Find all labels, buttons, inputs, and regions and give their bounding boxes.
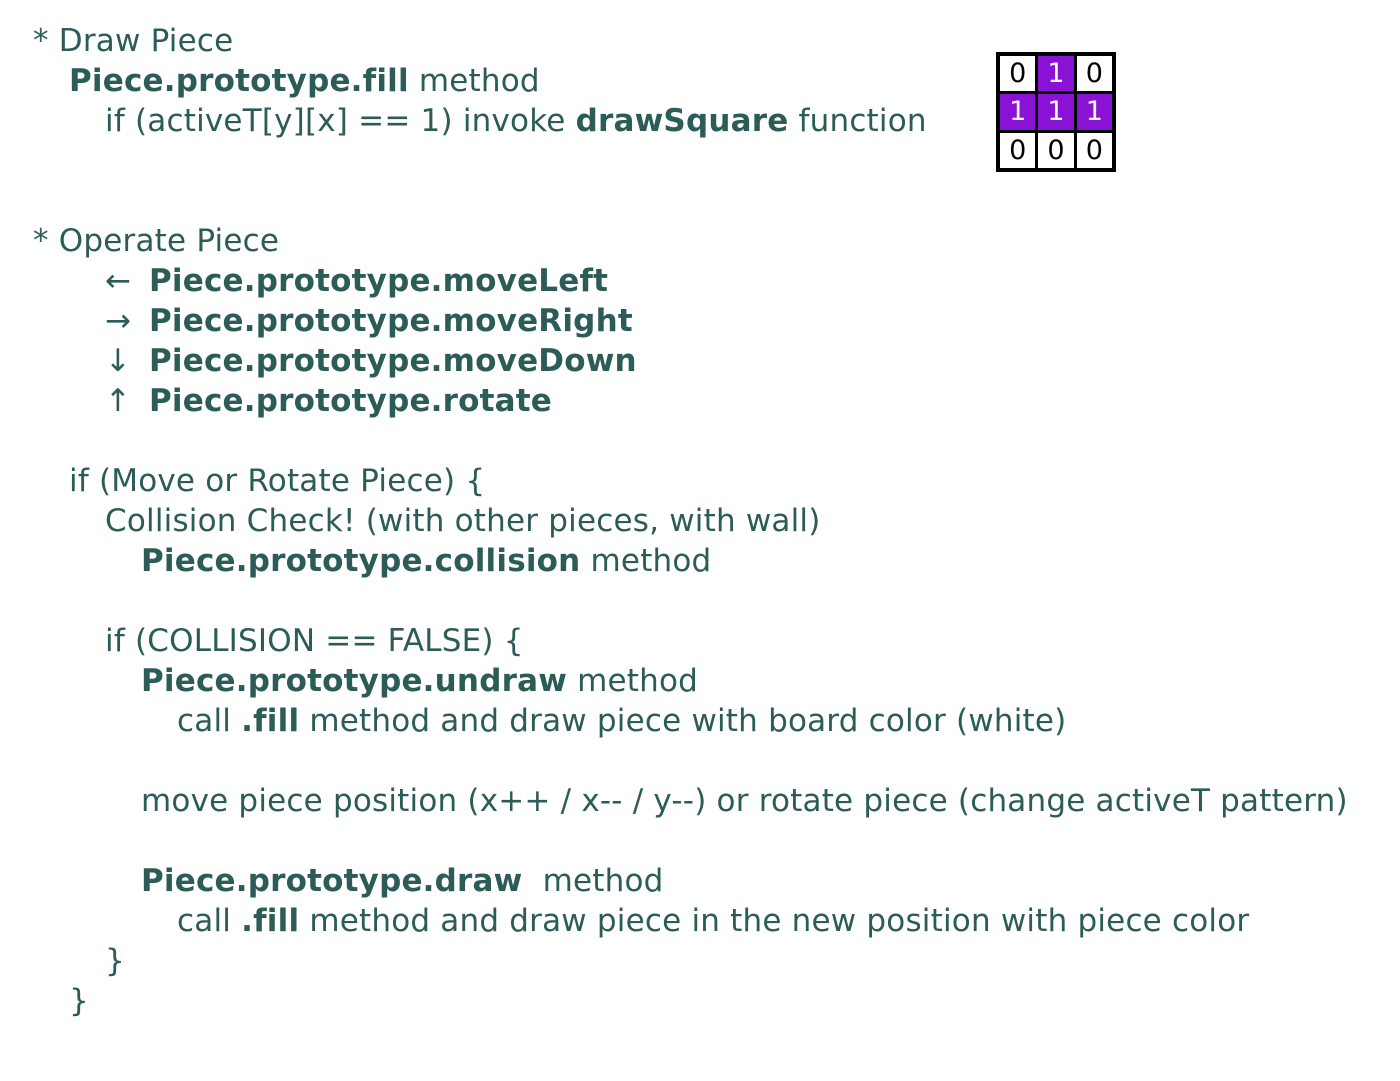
move-down-method: Piece.prototype.moveDown xyxy=(149,343,637,379)
move-right-line: → Piece.prototype.moveRight xyxy=(105,301,633,341)
if-no-collision-line: if (COLLISION == FALSE) { xyxy=(105,623,524,659)
undraw-call-line: call .fill method and draw piece with bo… xyxy=(177,701,1066,741)
draw-condition-prefix: if (activeT[y][x] == 1) invoke xyxy=(105,103,576,139)
grid-cell: 0 xyxy=(1076,132,1112,168)
grid-cell: 0 xyxy=(1038,132,1074,168)
undraw-method-line: Piece.prototype.undraw method xyxy=(141,661,698,701)
undraw-method-suffix: method xyxy=(567,663,699,699)
collision-check-line: Collision Check! (with other pieces, wit… xyxy=(105,503,821,539)
left-arrow-icon: ← xyxy=(105,263,132,299)
inner-close-brace: } xyxy=(105,943,125,979)
grid-cell: 1 xyxy=(1000,94,1036,130)
draw-method-suffix: method xyxy=(522,863,664,899)
rotate-method: Piece.prototype.rotate xyxy=(149,383,553,419)
draw-call-suffix: method and draw piece in the new positio… xyxy=(299,903,1250,939)
draw-condition-line: if (activeT[y][x] == 1) invoke drawSquar… xyxy=(105,101,927,141)
move-left-line: ← Piece.prototype.moveLeft xyxy=(105,261,608,301)
piece-pattern-grid: 0 1 0 1 1 1 0 0 0 xyxy=(996,52,1116,172)
grid-cell: 0 xyxy=(1000,132,1036,168)
operate-piece-heading: * Operate Piece xyxy=(33,223,280,259)
right-arrow-icon: → xyxy=(105,303,132,339)
move-position-line: move piece position (x++ / x-- / y--) or… xyxy=(141,783,1348,819)
grid-cell: 0 xyxy=(1076,56,1112,92)
if-move-line: if (Move or Rotate Piece) { xyxy=(69,463,486,499)
move-right-method: Piece.prototype.moveRight xyxy=(149,303,633,339)
rotate-line: ↑ Piece.prototype.rotate xyxy=(105,381,552,421)
draw-condition-suffix: function xyxy=(788,103,927,139)
undraw-call-suffix: method and draw piece with board color (… xyxy=(299,703,1067,739)
collision-method-suffix: method xyxy=(580,543,712,579)
move-down-line: ↓ Piece.prototype.moveDown xyxy=(105,341,637,381)
grid-cell: 1 xyxy=(1038,56,1074,92)
collision-method-line: Piece.prototype.collision method xyxy=(141,541,711,581)
fill-method-name: Piece.prototype.fill xyxy=(69,63,409,99)
undraw-call-fill: .fill xyxy=(241,703,300,739)
collision-method-name: Piece.prototype.collision xyxy=(141,543,581,579)
draw-call-line: call .fill method and draw piece in the … xyxy=(177,901,1249,941)
draw-call-prefix: call xyxy=(177,903,242,939)
draw-method-line: Piece.prototype.draw method xyxy=(141,861,664,901)
undraw-call-prefix: call xyxy=(177,703,242,739)
grid-cell: 1 xyxy=(1076,94,1112,130)
draw-call-fill: .fill xyxy=(241,903,300,939)
down-arrow-icon: ↓ xyxy=(105,343,132,379)
draw-method-name: Piece.prototype.draw xyxy=(141,863,523,899)
up-arrow-icon: ↑ xyxy=(105,383,132,419)
undraw-method-name: Piece.prototype.undraw xyxy=(141,663,568,699)
outer-close-brace: } xyxy=(69,983,89,1019)
fill-method-suffix: method xyxy=(408,63,540,99)
fill-method-line: Piece.prototype.fill method xyxy=(69,61,540,101)
grid-cell: 1 xyxy=(1038,94,1074,130)
grid-cell: 0 xyxy=(1000,56,1036,92)
draw-piece-heading: * Draw Piece xyxy=(33,23,234,59)
draw-square-function: drawSquare xyxy=(575,103,789,139)
move-left-method: Piece.prototype.moveLeft xyxy=(149,263,609,299)
